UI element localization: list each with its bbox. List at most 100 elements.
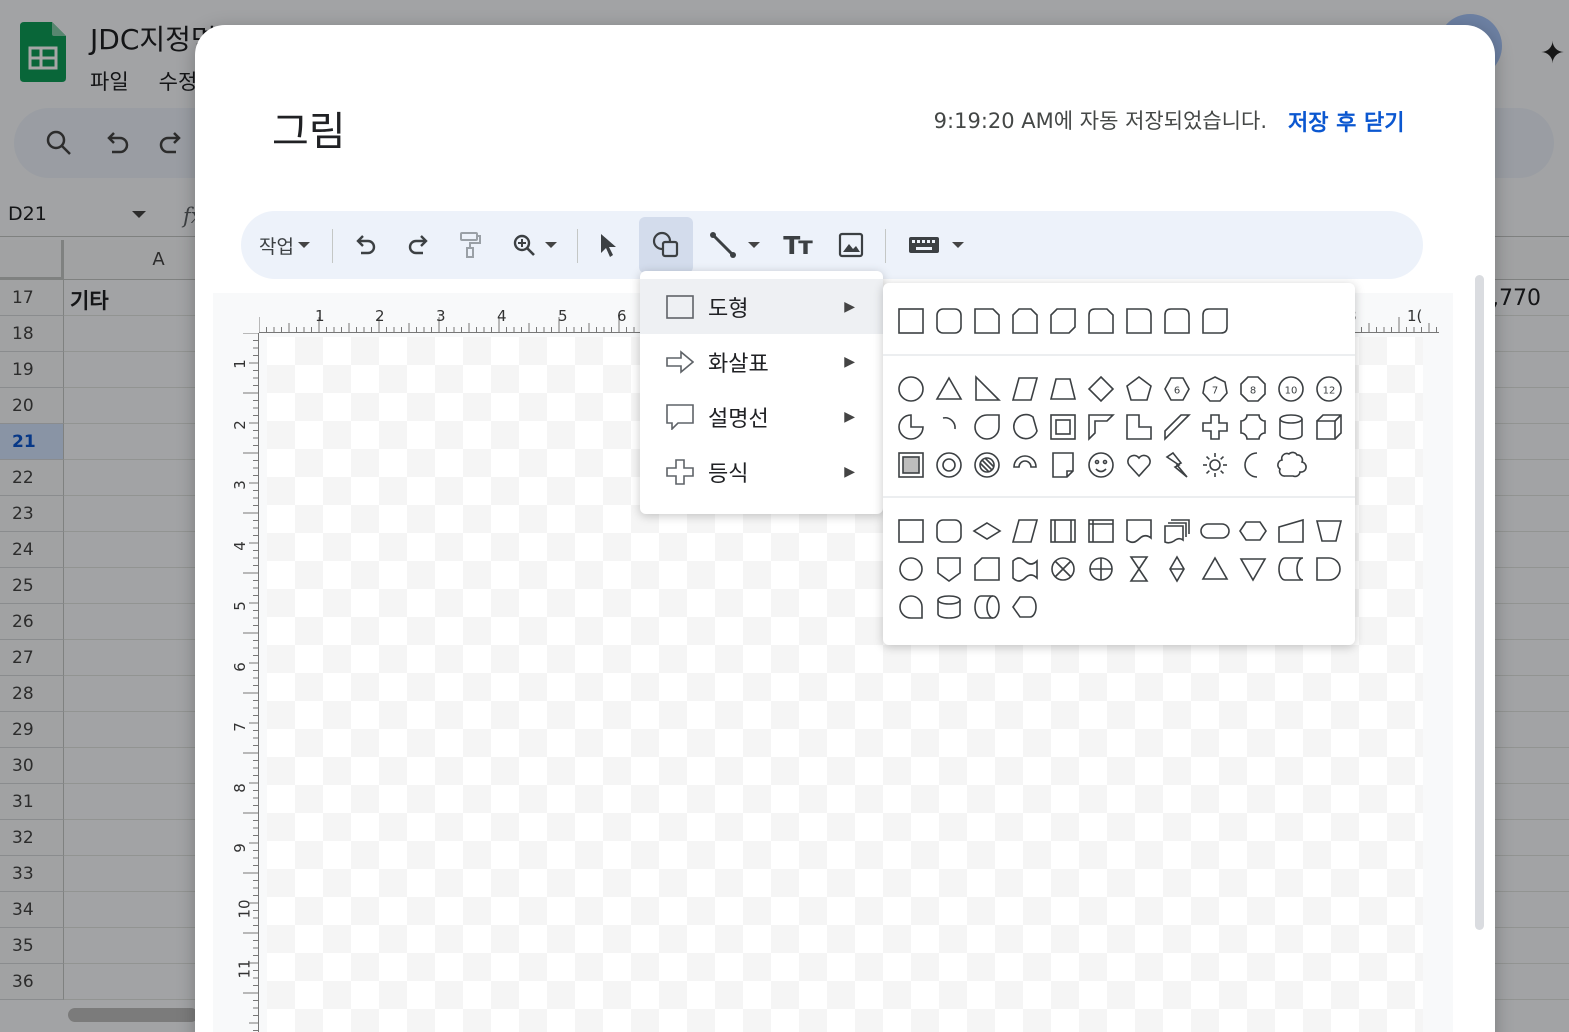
chevron-down-icon	[748, 242, 760, 248]
save-and-close-button[interactable]: 저장 후 닫기	[1288, 105, 1405, 137]
frame-shape-icon[interactable]	[1050, 414, 1076, 440]
flowchart-delay-shape-icon[interactable]	[1316, 557, 1341, 581]
ruler-number: 1	[315, 307, 325, 325]
rounded-rectangle-shape-icon[interactable]	[936, 308, 962, 334]
round-same-side-rectangle-shape-icon[interactable]	[1164, 308, 1190, 334]
svg-text:12: 12	[1323, 386, 1336, 397]
flowchart-preparation-shape-icon[interactable]	[1239, 521, 1267, 541]
cube-shape-icon[interactable]	[1316, 414, 1342, 440]
flowchart-magnetic-disk-shape-icon[interactable]	[937, 595, 961, 619]
plus-shape-icon[interactable]	[1202, 414, 1228, 440]
line-tool-button[interactable]	[703, 211, 765, 279]
paint-format-button[interactable]	[453, 211, 487, 279]
folded-corner-shape-icon[interactable]	[1052, 452, 1074, 478]
diagonal-stripe-shape-icon[interactable]	[1164, 414, 1191, 441]
cloud-shape-icon[interactable]	[1277, 451, 1307, 478]
half-frame-shape-icon[interactable]	[1088, 414, 1115, 441]
text-box-button[interactable]: Tт	[777, 211, 817, 279]
flowchart-connector-shape-icon[interactable]	[899, 557, 923, 581]
menu-item-callouts[interactable]: 설명선 ▶	[640, 389, 883, 444]
flowchart-sort-shape-icon[interactable]	[1169, 555, 1185, 583]
flowchart-off-page-connector-shape-icon[interactable]	[937, 557, 961, 582]
round-diagonal-rectangle-shape-icon[interactable]	[1202, 308, 1228, 334]
line-icon	[710, 232, 736, 258]
ruler-ticks	[243, 333, 259, 1031]
snip-corner-rectangle-shape-icon[interactable]	[974, 308, 1000, 334]
sun-shape-icon[interactable]	[1203, 453, 1227, 477]
moon-shape-icon[interactable]	[1244, 452, 1258, 478]
smiley-face-shape-icon[interactable]	[1088, 452, 1114, 478]
zoom-button[interactable]	[507, 211, 561, 279]
flowchart-alternate-process-shape-icon[interactable]	[936, 519, 962, 543]
input-tools-button[interactable]	[903, 211, 969, 279]
menu-item-arrows[interactable]: 화살표 ▶	[640, 334, 883, 389]
menu-item-equations[interactable]: 등식 ▶	[640, 444, 883, 499]
flowchart-terminator-shape-icon[interactable]	[1200, 523, 1230, 539]
heptagon-shape-icon[interactable]: 7	[1202, 376, 1228, 402]
menu-item-shapes[interactable]: 도형 ▶	[640, 279, 883, 334]
flowchart-document-shape-icon[interactable]	[1126, 519, 1152, 544]
flowchart-or-shape-icon[interactable]	[1089, 557, 1113, 581]
actions-menu-button[interactable]: 작업	[259, 211, 310, 279]
vertical-ruler: 1 2 3 4 5 6 7 8 9 10 11	[231, 333, 259, 1032]
oval-shape-icon[interactable]	[898, 376, 924, 402]
svg-text:10: 10	[1285, 386, 1298, 397]
image-button[interactable]	[833, 211, 869, 279]
flowchart-process-shape-icon[interactable]	[898, 519, 924, 543]
snip-same-side-rectangle-shape-icon[interactable]	[1012, 308, 1038, 334]
no-symbol-shape-icon[interactable]	[974, 452, 1000, 478]
block-arc-shape-icon[interactable]	[1013, 455, 1037, 468]
flowchart-manual-operation-shape-icon[interactable]	[1315, 520, 1343, 542]
parallelogram-shape-icon[interactable]	[1011, 377, 1039, 401]
flowchart-stored-data-shape-icon[interactable]	[1278, 557, 1304, 581]
flowchart-card-shape-icon[interactable]	[974, 557, 1000, 581]
corner-shape-icon[interactable]	[1126, 414, 1152, 440]
select-tool-button[interactable]	[593, 211, 623, 279]
image-icon	[838, 232, 864, 258]
flowchart-merge-shape-icon[interactable]	[1239, 558, 1267, 582]
drawing-dialog: 그림 9:19:20 AM에 자동 저장되었습니다. 저장 후 닫기 작업 Tт…	[195, 25, 1495, 1032]
arc-shape-icon[interactable]	[942, 416, 956, 430]
rectangle-shape-icon[interactable]	[898, 308, 924, 334]
flowchart-direct-access-storage-shape-icon[interactable]	[974, 595, 1000, 619]
can-shape-icon[interactable]	[1279, 414, 1303, 440]
snip-diagonal-rectangle-shape-icon[interactable]	[1050, 308, 1076, 334]
flowchart-summing-junction-shape-icon[interactable]	[1051, 557, 1075, 581]
vertical-scrollbar[interactable]	[1475, 275, 1484, 930]
heart-shape-icon[interactable]	[1127, 454, 1151, 478]
snip-round-rectangle-shape-icon[interactable]	[1088, 308, 1114, 334]
redo-button[interactable]	[403, 211, 435, 279]
flowchart-sequential-access-storage-shape-icon[interactable]	[899, 595, 923, 619]
flowchart-extract-shape-icon[interactable]	[1201, 556, 1229, 580]
right-triangle-shape-icon[interactable]	[975, 375, 1001, 401]
donut-shape-icon[interactable]	[936, 452, 962, 478]
bevel-shape-icon[interactable]	[898, 452, 924, 478]
trapezoid-shape-icon[interactable]	[1049, 378, 1077, 400]
octagon-shape-icon[interactable]: 8	[1240, 376, 1266, 402]
chord-shape-icon[interactable]	[1013, 413, 1038, 440]
hexagon-shape-icon[interactable]: 6	[1164, 377, 1190, 401]
pentagon-shape-icon[interactable]	[1126, 376, 1152, 401]
dodecagon-shape-icon[interactable]: 12	[1316, 376, 1342, 402]
flowchart-manual-input-shape-icon[interactable]	[1278, 518, 1304, 543]
keyboard-icon	[909, 237, 939, 253]
flowchart-punched-tape-shape-icon[interactable]	[1012, 557, 1038, 582]
round-corner-rectangle-shape-icon[interactable]	[1126, 308, 1152, 334]
flowchart-internal-storage-shape-icon[interactable]	[1088, 519, 1114, 543]
triangle-shape-icon[interactable]	[935, 376, 963, 400]
flowchart-collate-shape-icon[interactable]	[1129, 556, 1149, 582]
flowchart-decision-shape-icon[interactable]	[972, 522, 1002, 540]
undo-button[interactable]	[349, 211, 381, 279]
flowchart-multidocument-shape-icon[interactable]	[1164, 519, 1190, 544]
svg-text:6: 6	[1174, 386, 1180, 397]
flowchart-predefined-process-shape-icon[interactable]	[1050, 519, 1076, 543]
teardrop-shape-icon[interactable]	[974, 414, 1000, 440]
lightning-bolt-shape-icon[interactable]	[1165, 451, 1188, 478]
decagon-shape-icon[interactable]: 10	[1278, 376, 1304, 402]
flowchart-display-shape-icon[interactable]	[1012, 596, 1037, 618]
pie-shape-icon[interactable]	[898, 414, 924, 440]
diamond-shape-icon[interactable]	[1087, 375, 1115, 403]
flowchart-data-shape-icon[interactable]	[1011, 519, 1039, 543]
shape-tool[interactable]	[639, 211, 693, 279]
plaque-shape-icon[interactable]	[1240, 414, 1266, 440]
